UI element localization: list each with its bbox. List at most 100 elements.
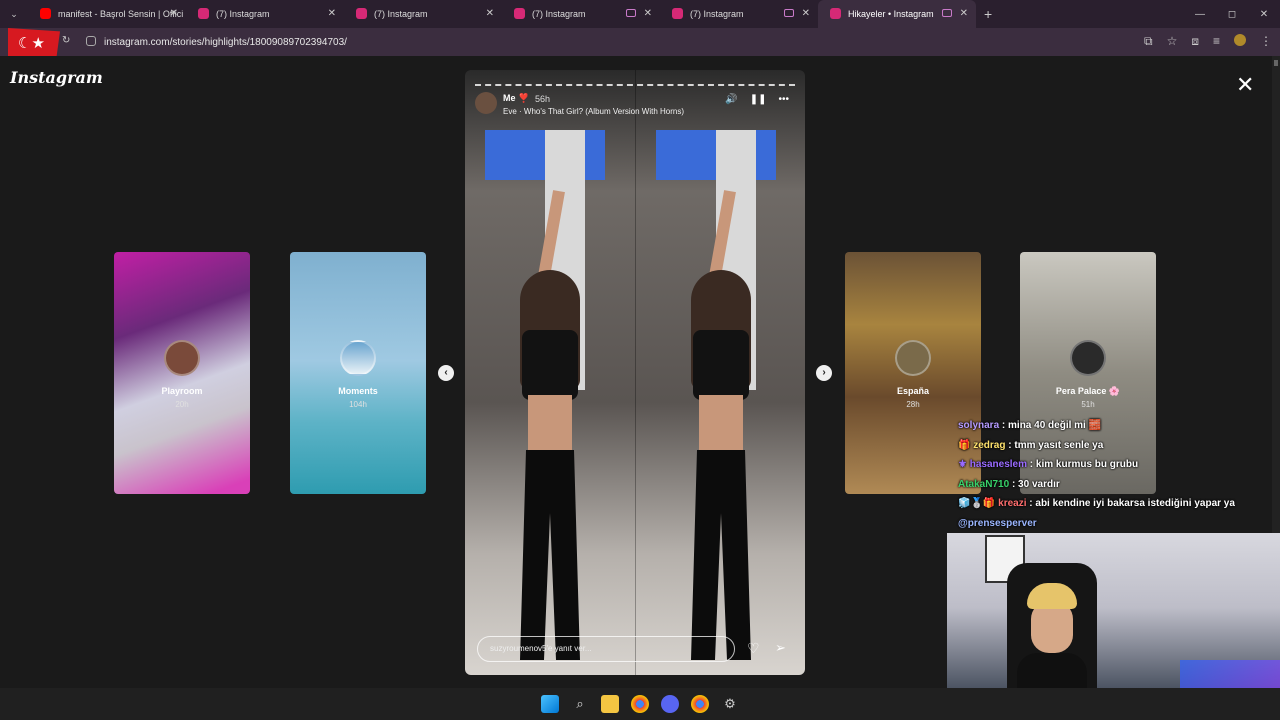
chat-line: 🧊🥈🎁 kreazi : abi kendine iyi bakarsa ist… — [958, 498, 1258, 518]
story-avatar — [164, 340, 200, 376]
chat-line: solynara : mina 40 değil mi 🧱 — [958, 420, 1258, 440]
bookmark-star-icon[interactable]: ☆ — [1167, 34, 1178, 49]
heart-icon[interactable]: ♡ — [747, 640, 760, 657]
media-playing-icon[interactable] — [942, 9, 952, 17]
chat-user: 🧊🥈🎁 kreazi — [958, 498, 1027, 509]
tab-close-icon[interactable]: ✕ — [328, 8, 336, 19]
tab-close-icon[interactable]: ✕ — [960, 8, 968, 19]
tab-title: (7) Instagram — [216, 9, 270, 19]
story-progress-bar — [475, 84, 795, 86]
story-age: 28h — [906, 400, 920, 409]
settings-icon[interactable]: ⚙ — [721, 695, 739, 713]
chat-user: 🎁 zedrag — [958, 439, 1006, 451]
new-tab-button[interactable]: + — [984, 6, 992, 22]
browser-toolbar: ⧉ ☆ ⧈ ≡ ⋮ — [1144, 34, 1272, 49]
story-name: Moments — [338, 386, 378, 396]
next-story-button[interactable]: › — [816, 365, 832, 381]
windows-taskbar: ⌕ ⚙ — [0, 688, 1280, 720]
more-options-icon[interactable]: ••• — [778, 94, 789, 105]
active-story[interactable]: Me ❣️ 56h Eve · Who's That Girl? (Album … — [465, 70, 805, 675]
side-story-playroom[interactable]: Playroom 20h — [114, 252, 250, 494]
story-photo-left — [465, 70, 635, 675]
tab-title: (7) Instagram — [690, 9, 744, 19]
instagram-favicon-icon — [198, 8, 209, 19]
address-bar: ↻ instagram.com/stories/highlights/18009… — [0, 28, 1280, 62]
minimize-button[interactable]: — — [1184, 9, 1216, 20]
profile-avatar[interactable] — [1234, 34, 1246, 46]
story-header: Me ❣️ 56h Eve · Who's That Girl? (Album … — [475, 92, 795, 122]
tab-instagram-3[interactable]: (7) Instagram ✕ — [502, 0, 660, 28]
window-controls: — ◻ ✕ — [1184, 0, 1280, 28]
reload-icon[interactable]: ↻ — [62, 35, 70, 46]
menu-icon[interactable]: ⋮ — [1260, 34, 1272, 49]
instagram-favicon-icon — [514, 8, 525, 19]
story-controls: 🔊 ❚❚ ••• — [725, 94, 789, 105]
story-avatar — [340, 340, 376, 376]
chat-user: ⚜ hasaneslem — [958, 459, 1027, 470]
instagram-favicon-icon — [830, 8, 841, 19]
side-story-moments[interactable]: Moments 104h — [290, 252, 426, 494]
youtube-favicon-icon — [40, 8, 51, 19]
story-age: 20h — [175, 400, 189, 409]
stream-chat-overlay: solynara : mina 40 değil mi 🧱 🎁 zedrag :… — [958, 420, 1258, 537]
chat-message: : mina 40 değil mi 🧱 — [1001, 420, 1102, 431]
tab-instagram-2[interactable]: (7) Instagram ✕ — [344, 0, 502, 28]
instagram-logo[interactable]: Instagram — [10, 68, 103, 87]
sound-icon[interactable]: 🔊 — [725, 94, 737, 105]
person-figure — [510, 190, 590, 660]
tab-search-icon[interactable]: ⌄ — [0, 9, 28, 20]
instagram-favicon-icon — [672, 8, 683, 19]
chrome-active-icon[interactable] — [691, 695, 709, 713]
tab-instagram-4[interactable]: (7) Instagram ✕ — [660, 0, 818, 28]
media-playing-icon[interactable] — [626, 9, 636, 17]
tab-close-icon[interactable]: ✕ — [486, 8, 494, 19]
chat-user: AtakaN710 — [958, 478, 1010, 490]
story-username[interactable]: Me ❣️ — [503, 93, 529, 104]
tab-youtube[interactable]: manifest - Başrol Sensin | Offici ✕ — [28, 0, 186, 28]
chrome-icon[interactable] — [631, 695, 649, 713]
window-close-button[interactable]: ✕ — [1248, 9, 1280, 20]
extensions-icon[interactable]: ⧈ — [1191, 34, 1199, 49]
chat-message: : 30 vardır — [1011, 478, 1060, 490]
tab-title: Hikayeler • Instagram — [848, 9, 934, 19]
reply-input[interactable]: suzyroumenov5'e yanıt ver... — [477, 636, 735, 662]
cast-icon[interactable]: ⧉ — [1144, 34, 1153, 49]
tab-close-icon[interactable]: ✕ — [802, 8, 810, 19]
tab-instagram-1[interactable]: (7) Instagram ✕ — [186, 0, 344, 28]
tab-hikayeler-active[interactable]: Hikayeler • Instagram ✕ — [818, 0, 976, 28]
media-control-icon[interactable]: ≡ — [1213, 34, 1220, 49]
story-user-avatar[interactable] — [475, 92, 497, 114]
story-name: España — [896, 386, 929, 396]
chat-line: AtakaN710 : 30 vardır — [958, 479, 1258, 499]
chat-line: ⚜ hasaneslem : kim kurmus bu grubu — [958, 459, 1258, 479]
chat-message: : abi kendine iyi bakarsa istediğini yap… — [1029, 498, 1235, 509]
file-explorer-icon[interactable] — [601, 695, 619, 713]
chat-line: 🎁 zedrag : tmm yasıt senle ya — [958, 440, 1258, 460]
story-name: Playroom — [161, 386, 203, 396]
story-music[interactable]: Eve · Who's That Girl? (Album Version Wi… — [503, 107, 684, 116]
site-info-icon[interactable] — [86, 36, 96, 46]
windows-start-icon[interactable] — [541, 695, 559, 713]
story-photo-right — [635, 70, 805, 675]
chat-user: solynara — [958, 420, 1000, 431]
media-playing-icon[interactable] — [784, 9, 794, 17]
share-icon[interactable]: ➢ — [775, 640, 786, 656]
tab-close-icon[interactable]: ✕ — [644, 8, 652, 19]
instagram-favicon-icon — [356, 8, 367, 19]
maximize-button[interactable]: ◻ — [1216, 9, 1248, 20]
close-stories-icon[interactable]: ✕ — [1236, 72, 1254, 98]
tab-title: manifest - Başrol Sensin | Offici — [58, 9, 184, 19]
url-field[interactable]: instagram.com/stories/highlights/1800908… — [104, 37, 347, 48]
story-age: 104h — [349, 400, 367, 409]
person-figure — [681, 190, 761, 660]
previous-story-button[interactable]: ‹ — [438, 365, 454, 381]
discord-icon[interactable] — [661, 695, 679, 713]
tab-close-icon[interactable]: ✕ — [170, 8, 178, 19]
story-avatar — [895, 340, 931, 376]
chat-message: : kim kurmus bu grubu — [1029, 459, 1139, 470]
pause-icon[interactable]: ❚❚ — [750, 94, 767, 105]
search-icon[interactable]: ⌕ — [571, 695, 589, 713]
tab-title: (7) Instagram — [374, 9, 428, 19]
browser-tab-bar: ⌄ manifest - Başrol Sensin | Offici ✕ (7… — [0, 0, 1280, 28]
story-avatar — [1070, 340, 1106, 376]
